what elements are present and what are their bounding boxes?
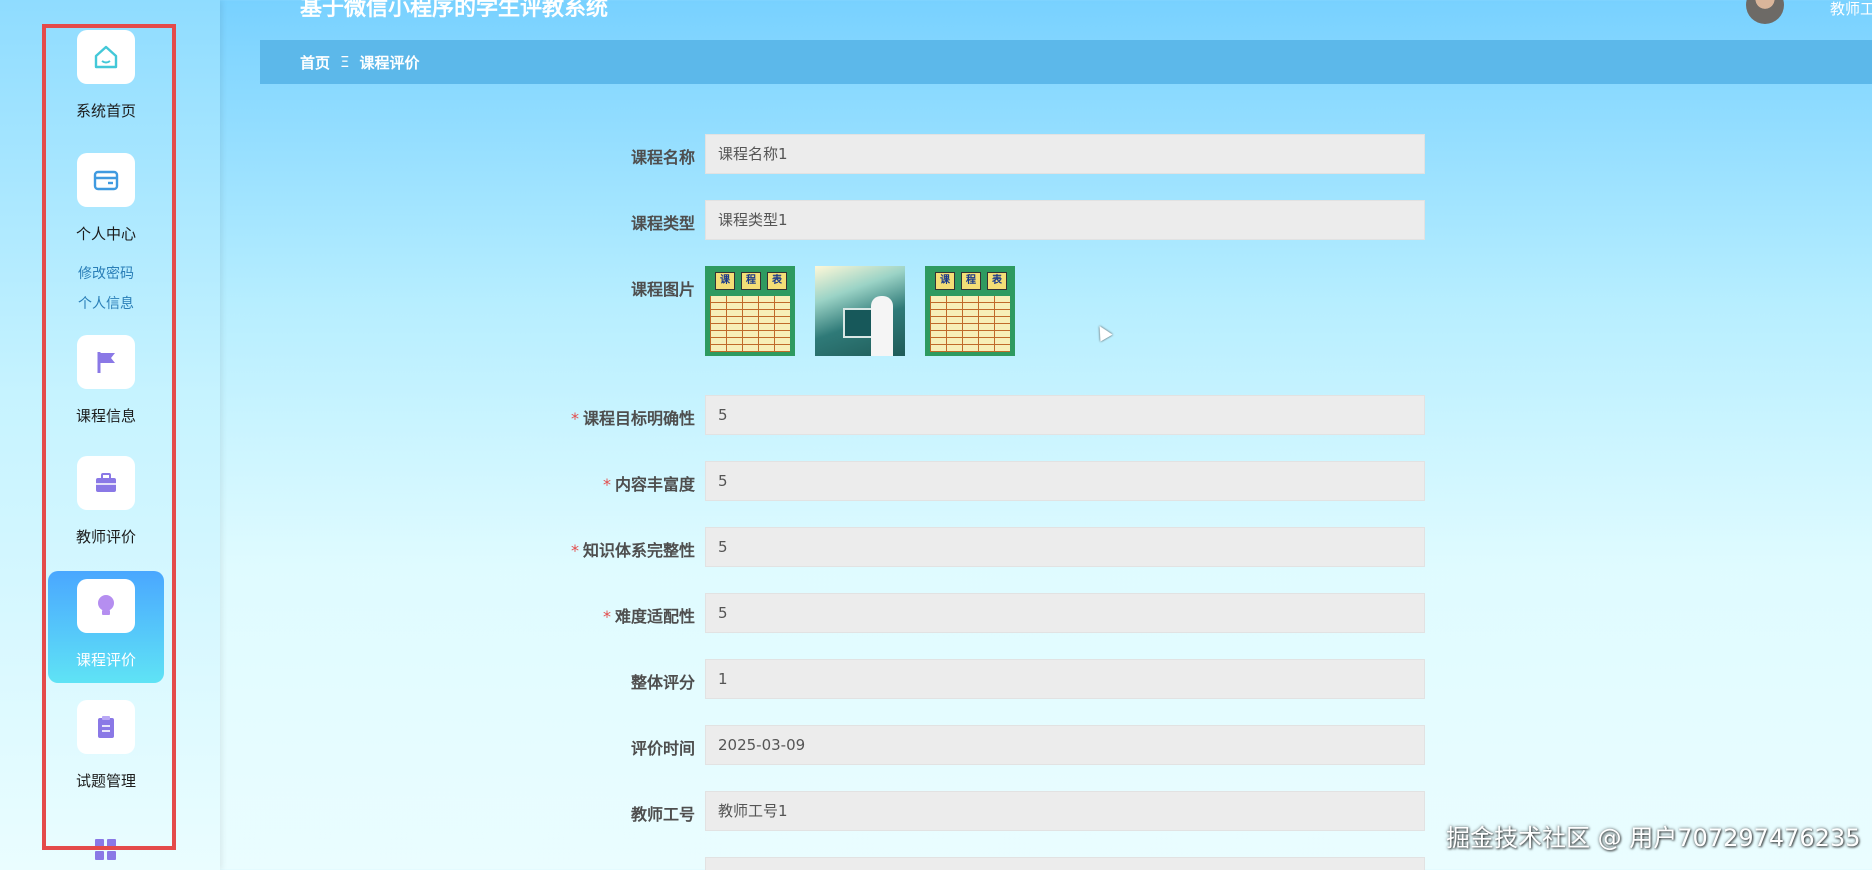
form-row-difficulty-fit: * 难度适配性 5: [500, 593, 1425, 635]
field-label: * 课程目标明确性: [500, 405, 695, 429]
nav-course-info[interactable]: 课程信息: [48, 335, 164, 426]
nav-label: 课程评价: [75, 651, 136, 669]
field-label: 课程图片: [630, 280, 695, 299]
form-row-knowledge-integrity: * 知识体系完整性 5: [500, 527, 1425, 569]
nav-course-eval[interactable]: 课程评价: [48, 571, 164, 683]
form-row-course-name: 课程名称 课程名称1: [500, 134, 1425, 176]
course-image-1[interactable]: 课 程 表: [705, 266, 795, 356]
knowledge-integrity-input[interactable]: 5: [705, 527, 1425, 567]
schedule-grid: [710, 296, 790, 352]
person-figure: [871, 296, 893, 356]
goal-clarity-input[interactable]: 5: [705, 395, 1425, 435]
teacher-id-input[interactable]: 教师工号1: [705, 791, 1425, 831]
field-label-text: 内容丰富度: [614, 475, 695, 494]
schedule-char: 课: [935, 272, 955, 290]
form-row-course-type: 课程类型 课程类型1: [500, 200, 1425, 242]
wallet-icon: [77, 153, 135, 207]
nav-system-home[interactable]: 系统首页: [48, 30, 164, 121]
required-mark: *: [602, 475, 611, 494]
schedule-header: 课 程 表: [715, 272, 787, 290]
schedule-char: 表: [767, 272, 787, 290]
required-mark: *: [602, 607, 611, 626]
field-label: * 难度适配性: [500, 603, 695, 627]
field-label-text: 知识体系完整性: [582, 541, 695, 560]
field-label: 课程类型: [630, 214, 695, 233]
difficulty-fit-input[interactable]: 5: [705, 593, 1425, 633]
nav-label: 个人中心: [75, 225, 136, 243]
clipboard-icon: [77, 700, 135, 754]
breadcrumb-separator: Ξ: [340, 53, 350, 71]
form-row-next: [500, 857, 1425, 870]
flag-icon: [77, 335, 135, 389]
field-label: 整体评分: [630, 673, 695, 692]
field-label: 评价时间: [630, 739, 695, 758]
grid-icon[interactable]: [94, 838, 118, 862]
course-image-3[interactable]: 课 程 表: [925, 266, 1015, 356]
form-row-goal-clarity: * 课程目标明确性 5: [500, 395, 1425, 437]
nav-label: 系统首页: [75, 102, 136, 120]
course-type-input[interactable]: 课程类型1: [705, 200, 1425, 240]
field-label: 教师工号: [630, 805, 695, 824]
form-row-content-richness: * 内容丰富度 5: [500, 461, 1425, 503]
breadcrumb: 首页 Ξ 课程评价: [260, 40, 1872, 84]
next-field-input[interactable]: [705, 857, 1425, 870]
nav-teacher-eval[interactable]: 教师评价: [48, 456, 164, 547]
form-row-overall-score: 整体评分 1: [500, 659, 1425, 701]
required-mark: *: [570, 541, 579, 560]
sidebar: 系统首页 个人中心 修改密码 个人信息 课程信息 教师评价 课程评价 试题管理: [0, 0, 220, 870]
schedule-char: 程: [741, 272, 761, 290]
eval-time-input[interactable]: 2025-03-09: [705, 725, 1425, 765]
schedule-char: 课: [715, 272, 735, 290]
field-label-text: 难度适配性: [614, 607, 695, 626]
breadcrumb-home[interactable]: 首页: [300, 52, 330, 73]
user-name[interactable]: 教师工号1: [1830, 0, 1872, 19]
app-title: 基于微信小程序的学生评教系统: [300, 0, 609, 21]
field-label-text: 课程目标明确性: [582, 409, 695, 428]
sub-link-change-password[interactable]: 修改密码: [48, 263, 164, 283]
field-label: * 知识体系完整性: [500, 537, 695, 561]
overall-score-input[interactable]: 1: [705, 659, 1425, 699]
mouse-cursor-icon: [1093, 322, 1113, 342]
home-icon: [77, 30, 135, 84]
schedule-header: 课 程 表: [935, 272, 1007, 290]
nav-label: 试题管理: [75, 772, 136, 790]
schedule-grid: [930, 296, 1010, 352]
nav-label: 教师评价: [75, 528, 136, 546]
bulb-icon: [77, 579, 135, 633]
content-richness-input[interactable]: 5: [705, 461, 1425, 501]
avatar[interactable]: [1746, 0, 1784, 24]
sub-link-personal-info[interactable]: 个人信息: [48, 293, 164, 313]
field-label: * 内容丰富度: [500, 471, 695, 495]
course-image-2[interactable]: [815, 266, 905, 356]
nav-question-manage[interactable]: 试题管理: [48, 700, 164, 791]
schedule-char: 程: [961, 272, 981, 290]
required-mark: *: [570, 409, 579, 428]
watermark: 掘金技术社区 @ 用户707297476235: [1446, 824, 1861, 852]
field-label: 课程名称: [630, 148, 695, 167]
nav-label: 课程信息: [75, 407, 136, 425]
breadcrumb-current: 课程评价: [359, 53, 420, 72]
nav-personal-center[interactable]: 个人中心: [48, 153, 164, 244]
course-name-input[interactable]: 课程名称1: [705, 134, 1425, 174]
briefcase-icon: [77, 456, 135, 510]
schedule-char: 表: [987, 272, 1007, 290]
form-row-eval-time: 评价时间 2025-03-09: [500, 725, 1425, 767]
form-row-teacher-id: 教师工号 教师工号1: [500, 791, 1425, 833]
